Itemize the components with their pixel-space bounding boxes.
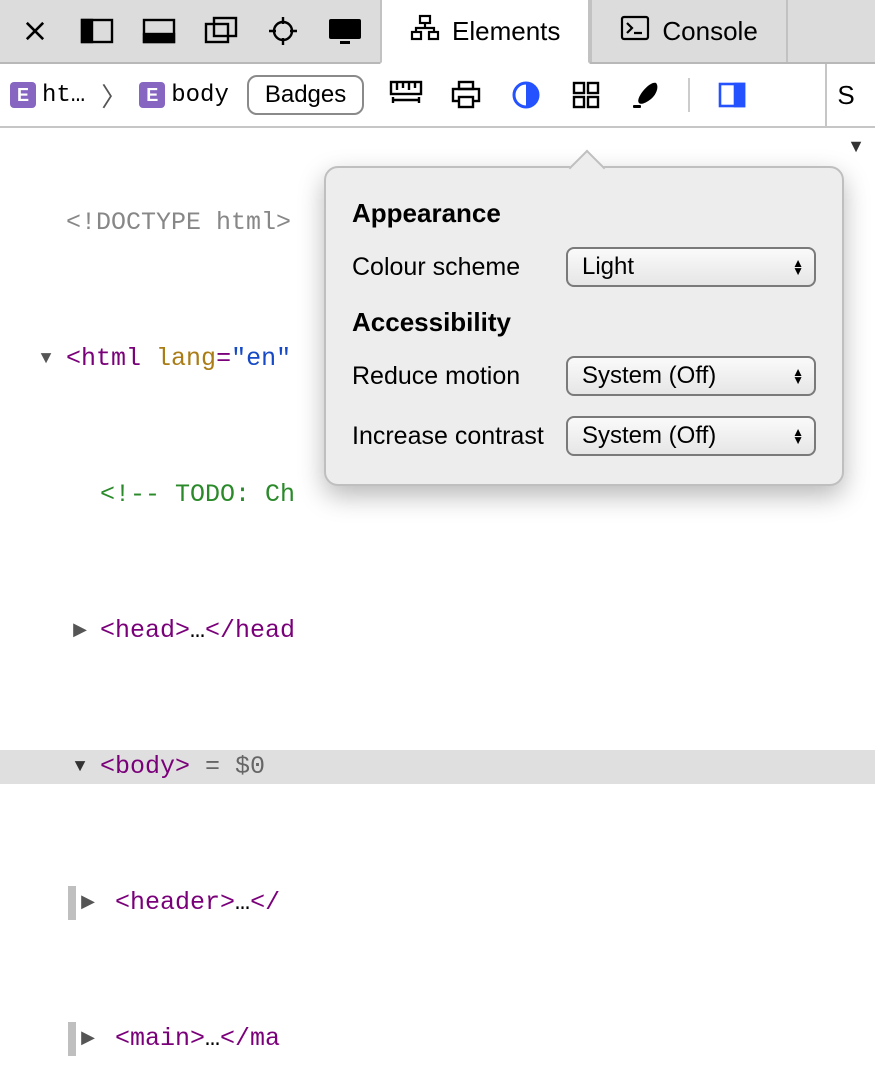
breadcrumb-text: ht… bbox=[42, 82, 85, 109]
select-arrows-icon: ▲▼ bbox=[792, 259, 804, 275]
elements-tree-icon bbox=[410, 14, 440, 49]
close-icon[interactable] bbox=[12, 8, 58, 54]
breadcrumb-root[interactable]: E ht… bbox=[10, 82, 85, 109]
dock-left-icon[interactable] bbox=[74, 8, 120, 54]
side-panel-peek: S bbox=[825, 64, 865, 126]
breadcrumb-current[interactable]: E body bbox=[139, 82, 229, 109]
select-arrows-icon: ▲▼ bbox=[792, 368, 804, 384]
tab-label: Console bbox=[662, 16, 757, 47]
undock-icon[interactable] bbox=[198, 8, 244, 54]
popover-section-accessibility: Accessibility bbox=[352, 307, 816, 338]
print-icon[interactable] bbox=[446, 75, 486, 115]
toolbar-divider bbox=[688, 78, 690, 112]
reduce-motion-row: Reduce motion System (Off) ▲▼ bbox=[352, 356, 816, 396]
disclosure-down-icon[interactable]: ▼ bbox=[34, 342, 58, 376]
rendering-popover: Appearance Colour scheme Light ▲▼ Access… bbox=[324, 166, 844, 486]
overflow-caret-icon[interactable]: ▼ bbox=[847, 136, 865, 157]
ruler-icon[interactable] bbox=[386, 75, 426, 115]
tab-elements[interactable]: Elements bbox=[380, 0, 590, 64]
inspect-target-icon[interactable] bbox=[260, 8, 306, 54]
dock-bottom-icon[interactable] bbox=[136, 8, 182, 54]
paint-icon[interactable] bbox=[626, 75, 666, 115]
increase-contrast-row: Increase contrast System (Off) ▲▼ bbox=[352, 416, 816, 456]
dom-row-header[interactable]: ▶ <header>…</ bbox=[0, 886, 875, 920]
console-icon bbox=[620, 15, 650, 48]
disclosure-right-icon[interactable]: ▶ bbox=[68, 614, 92, 648]
reduce-motion-label: Reduce motion bbox=[352, 362, 520, 391]
select-value: Light bbox=[582, 253, 634, 281]
disclosure-right-icon[interactable]: ▶ bbox=[76, 1022, 100, 1056]
colour-scheme-select[interactable]: Light ▲▼ bbox=[566, 247, 816, 287]
colour-scheme-label: Colour scheme bbox=[352, 253, 520, 282]
element-badge-icon: E bbox=[10, 82, 36, 108]
disclosure-right-icon[interactable]: ▶ bbox=[76, 886, 100, 920]
badges-button[interactable]: Badges bbox=[247, 75, 364, 115]
side-panel-letter: S bbox=[837, 80, 854, 111]
devtools-tabstrip: Elements Console bbox=[0, 0, 875, 64]
reduce-motion-select[interactable]: System (Off) ▲▼ bbox=[566, 356, 816, 396]
disclosure-down-icon[interactable]: ▼ bbox=[68, 750, 92, 784]
tab-console[interactable]: Console bbox=[590, 0, 787, 62]
breadcrumb-separator-icon: 〉 bbox=[95, 77, 129, 114]
dom-tree-area: ▼ <!DOCTYPE html> ▼<html lang="en" <!-- … bbox=[0, 128, 875, 539]
dom-row-head[interactable]: ▶<head>…</head bbox=[0, 614, 875, 648]
elements-toolbar: E ht… 〉 E body Badges S bbox=[0, 64, 875, 128]
increase-contrast-select[interactable]: System (Off) ▲▼ bbox=[566, 416, 816, 456]
grid-icon[interactable] bbox=[566, 75, 606, 115]
popover-section-appearance: Appearance bbox=[352, 198, 816, 229]
element-badge-icon: E bbox=[139, 82, 165, 108]
dom-row-body[interactable]: ▼<body> = $0 bbox=[0, 750, 875, 784]
select-value: System (Off) bbox=[582, 422, 716, 450]
dom-row-main[interactable]: ▶ <main>…</ma bbox=[0, 1022, 875, 1056]
breadcrumb-text: body bbox=[171, 82, 229, 109]
device-icon[interactable] bbox=[322, 8, 368, 54]
select-value: System (Off) bbox=[582, 362, 716, 390]
details-pane-icon[interactable] bbox=[712, 75, 752, 115]
select-arrows-icon: ▲▼ bbox=[792, 428, 804, 444]
tabstrip-left-tools bbox=[0, 0, 368, 62]
tab-label: Elements bbox=[452, 16, 560, 47]
increase-contrast-label: Increase contrast bbox=[352, 422, 544, 451]
toolbar-icon-row bbox=[386, 75, 752, 115]
appearance-toggle-icon[interactable] bbox=[506, 75, 546, 115]
colour-scheme-row: Colour scheme Light ▲▼ bbox=[352, 247, 816, 287]
